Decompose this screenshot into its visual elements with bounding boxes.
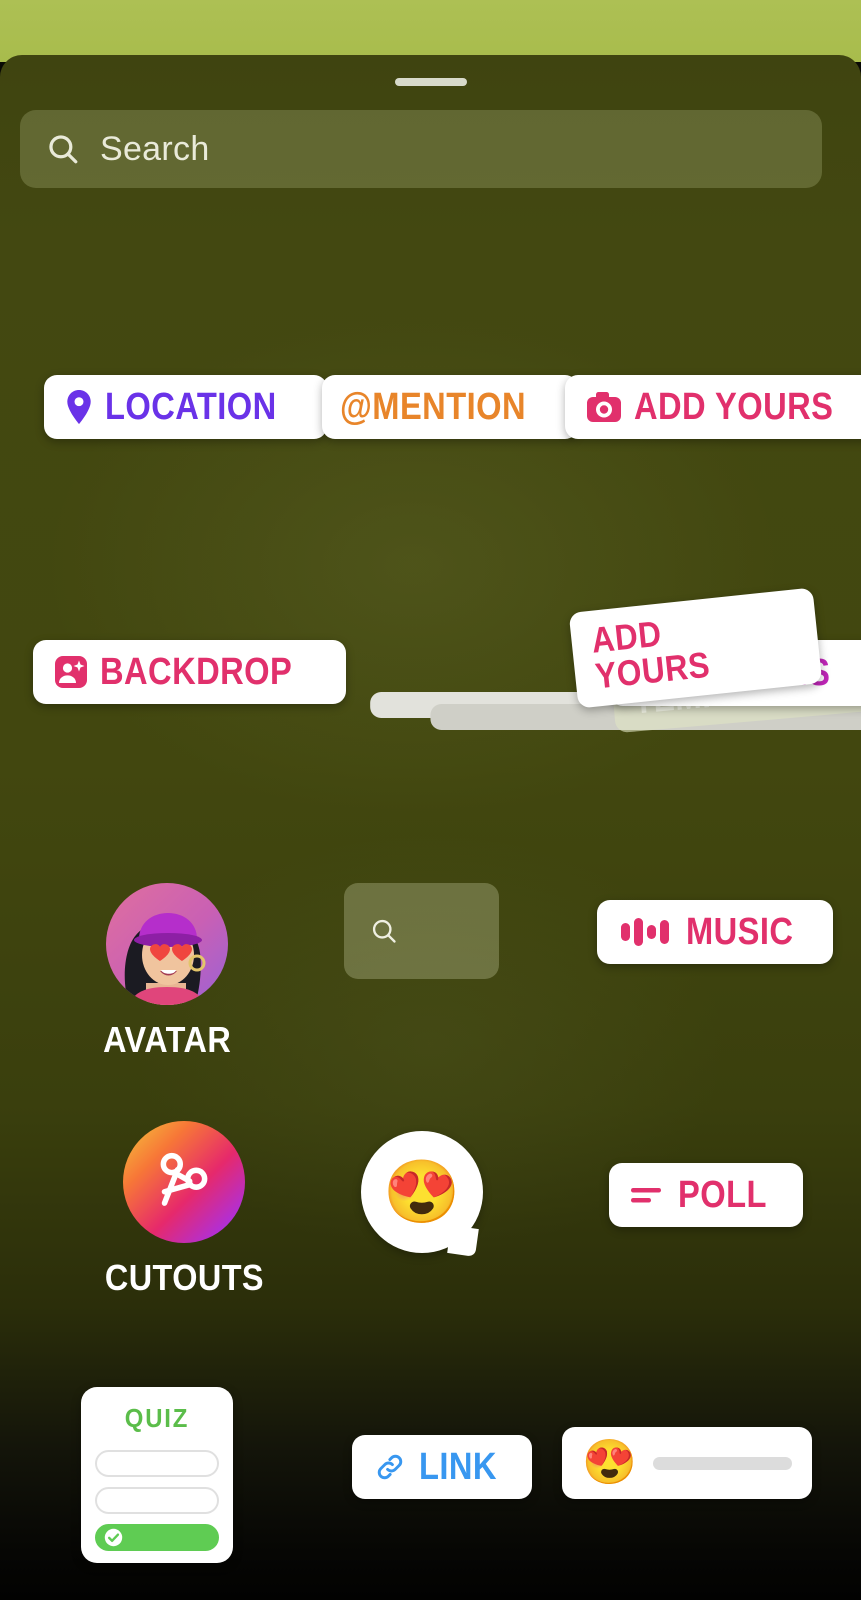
story-canvas-strip: [0, 0, 861, 62]
camera-icon: [587, 392, 621, 422]
sticker-link[interactable]: LINK: [352, 1435, 532, 1499]
sticker-backdrop-label: BACKDROP: [100, 651, 293, 693]
avatar: [106, 883, 229, 1005]
quiz-option-correct[interactable]: [95, 1524, 219, 1551]
search-icon: [49, 135, 78, 164]
sticker-mention[interactable]: @MENTION: [322, 375, 579, 439]
sticker-poll[interactable]: POLL: [609, 1163, 804, 1227]
sticker-add-yours-label: ADD YOURS: [634, 386, 834, 428]
search-input[interactable]: Search: [20, 110, 822, 188]
sticker-avatar[interactable]: AVATAR: [96, 883, 238, 1061]
sticker-cutouts-label: CUTOUTS: [104, 1257, 265, 1298]
sticker-music-label: MUSIC: [686, 911, 794, 953]
emoji-bubble: 😍: [361, 1131, 483, 1253]
sticker-tray-screen: Search LOCATION @MENTION ADD YOURS BACKD…: [0, 0, 861, 1600]
sticker-poll-label: POLL: [678, 1174, 767, 1216]
scissors-icon: [161, 1152, 208, 1206]
search-icon: [372, 919, 396, 943]
backdrop-person-sparkle-icon: [55, 656, 87, 688]
emoji-reaction-glyph: 😍: [383, 1157, 461, 1227]
emoji-slider-track[interactable]: [652, 1456, 792, 1470]
quiz-option-2[interactable]: [95, 1487, 219, 1514]
sticker-gif-search[interactable]: [344, 883, 499, 979]
quiz-option-1[interactable]: [95, 1450, 219, 1477]
search-placeholder: Search: [100, 129, 210, 168]
sticker-location[interactable]: LOCATION: [44, 375, 327, 439]
sticker-cutouts[interactable]: CUTOUTS: [96, 1121, 273, 1299]
music-bars-icon: [621, 918, 669, 946]
emoji-slider-glyph: 😍: [582, 1438, 637, 1487]
sticker-quiz[interactable]: QUIZ: [81, 1387, 233, 1563]
drag-handle[interactable]: [394, 78, 467, 86]
poll-bars-icon: [631, 1188, 661, 1203]
sticker-emoji-slider[interactable]: 😍: [562, 1427, 812, 1499]
sticker-emoji-reaction[interactable]: 😍: [361, 1131, 483, 1253]
sticker-quiz-label: QUIZ: [124, 1403, 190, 1433]
sticker-link-label: LINK: [419, 1446, 497, 1488]
add-yours-template-label: ADD YOURS: [589, 612, 712, 697]
check-icon: [104, 1528, 123, 1547]
sticker-sheet: Search LOCATION @MENTION ADD YOURS BACKD…: [0, 55, 861, 1600]
avatar-image: [124, 913, 206, 1005]
sticker-backdrop[interactable]: BACKDROP: [33, 640, 346, 704]
cutouts-badge: [123, 1121, 246, 1243]
sticker-music[interactable]: MUSIC: [597, 900, 833, 964]
sticker-mention-label: @MENTION: [340, 386, 526, 428]
sticker-location-label: LOCATION: [105, 386, 277, 428]
sticker-add-yours[interactable]: ADD YOURS: [565, 375, 861, 439]
location-pin-icon: [67, 390, 91, 424]
link-chain-icon: [377, 1454, 403, 1480]
sticker-avatar-label: AVATAR: [103, 1019, 232, 1060]
sticker-add-yours-templates[interactable]: ADD YOURS TEMPLATES: [568, 587, 861, 740]
